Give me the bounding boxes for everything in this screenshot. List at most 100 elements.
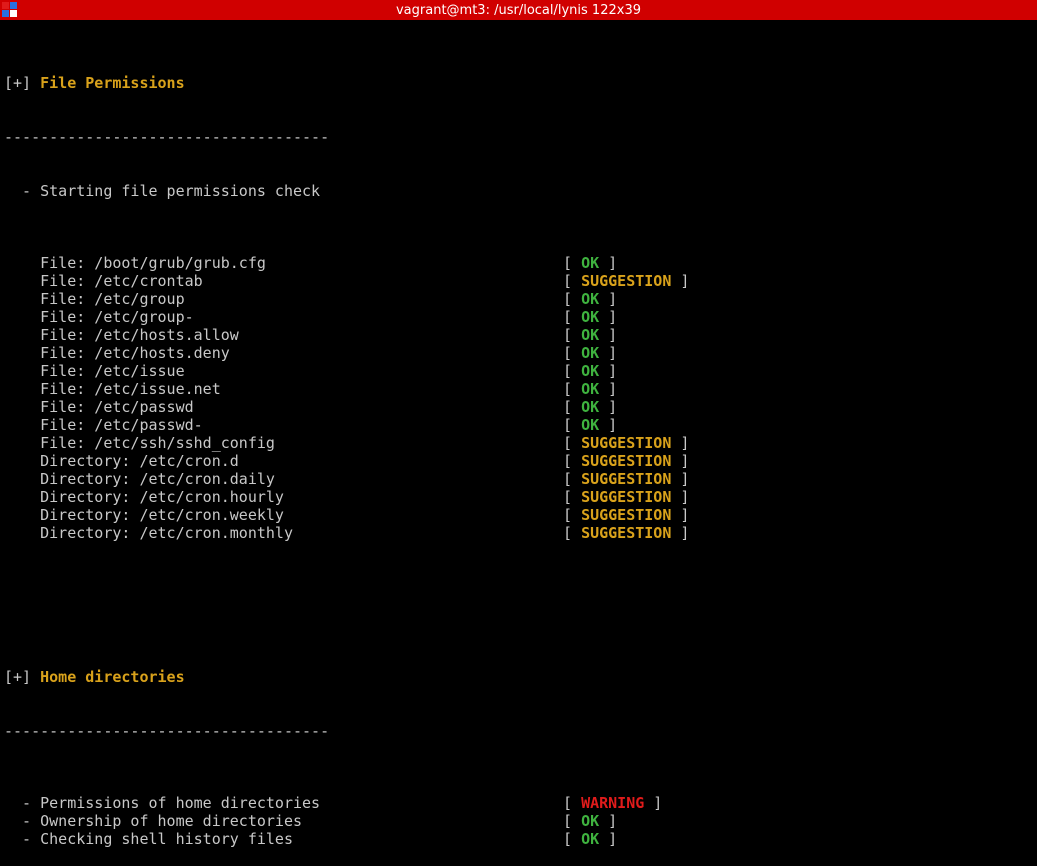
- status-value: SUGGESTION: [581, 470, 672, 488]
- result-label: File: /etc/passwd: [4, 398, 194, 416]
- status-bracket-close: ]: [671, 488, 690, 506]
- result-label: Directory: /etc/cron.monthly: [4, 524, 293, 542]
- file-permission-results: File: /boot/grub/grub.cfg [ OK ] File: /e…: [4, 254, 1037, 542]
- status-bracket-close: ]: [599, 380, 618, 398]
- status-value: WARNING: [581, 794, 645, 812]
- result-line: Directory: /etc/cron.d [ SUGGESTION ]: [4, 452, 1037, 470]
- result-line: Directory: /etc/cron.daily [ SUGGESTION ]: [4, 470, 1037, 488]
- result-line: - Permissions of home directories [ WARNI…: [4, 794, 1037, 812]
- result-line: File: /etc/passwd [ OK ]: [4, 398, 1037, 416]
- status-value: OK: [581, 362, 600, 380]
- result-line: Directory: /etc/cron.weekly [ SUGGESTION …: [4, 506, 1037, 524]
- status-bracket-close: ]: [644, 794, 663, 812]
- result-label: File: /etc/group-: [4, 308, 194, 326]
- result-label: Directory: /etc/cron.daily: [4, 470, 275, 488]
- result-label: File: /etc/hosts.deny: [4, 344, 230, 362]
- section-title: Home directories: [40, 668, 185, 686]
- result-label: File: /etc/ssh/sshd_config: [4, 434, 275, 452]
- status-value: OK: [581, 416, 600, 434]
- status-bracket-close: ]: [599, 812, 618, 830]
- terminal-output[interactable]: [+] File Permissions -------------------…: [4, 20, 1037, 848]
- result-status: [ OK ]: [563, 398, 617, 416]
- result-line: File: /etc/ssh/sshd_config [ SUGGESTION ]: [4, 434, 1037, 452]
- status-bracket-open: [: [563, 380, 582, 398]
- result-label: File: /etc/issue.net: [4, 380, 221, 398]
- result-line: File: /etc/passwd- [ OK ]: [4, 416, 1037, 434]
- result-status: [ OK ]: [563, 830, 617, 848]
- status-bracket-open: [: [563, 506, 582, 524]
- terminal-app-icon: [2, 2, 18, 18]
- status-value: SUGGESTION: [581, 488, 672, 506]
- result-label: File: /etc/group: [4, 290, 185, 308]
- result-line: File: /etc/hosts.allow [ OK ]: [4, 326, 1037, 344]
- result-status: [ SUGGESTION ]: [563, 452, 689, 470]
- status-bracket-open: [: [563, 326, 582, 344]
- result-status: [ OK ]: [563, 308, 617, 326]
- status-bracket-close: ]: [671, 434, 690, 452]
- result-line: File: /etc/group- [ OK ]: [4, 308, 1037, 326]
- status-bracket-open: [: [563, 434, 582, 452]
- status-bracket-close: ]: [599, 398, 618, 416]
- result-label: - Checking shell history files: [4, 830, 293, 848]
- result-status: [ SUGGESTION ]: [563, 506, 689, 524]
- result-line: File: /etc/issue.net [ OK ]: [4, 380, 1037, 398]
- result-status: [ WARNING ]: [563, 794, 662, 812]
- status-bracket-close: ]: [599, 290, 618, 308]
- result-status: [ OK ]: [563, 254, 617, 272]
- window-titlebar[interactable]: vagrant@mt3: /usr/local/lynis 122x39: [0, 0, 1037, 20]
- result-line: - Ownership of home directories [ OK ]: [4, 812, 1037, 830]
- result-status: [ SUGGESTION ]: [563, 524, 689, 542]
- section-header: [+] Home directories: [4, 668, 1037, 686]
- status-bracket-close: ]: [671, 272, 690, 290]
- status-bracket-close: ]: [671, 470, 690, 488]
- status-bracket-close: ]: [599, 344, 618, 362]
- section-separator: ------------------------------------: [4, 722, 330, 740]
- status-bracket-open: [: [563, 794, 582, 812]
- status-value: OK: [581, 308, 600, 326]
- status-bracket-close: ]: [671, 452, 690, 470]
- status-bracket-open: [: [563, 470, 582, 488]
- section-marker: [+]: [4, 668, 32, 686]
- status-value: SUGGESTION: [581, 434, 672, 452]
- result-status: [ SUGGESTION ]: [563, 434, 689, 452]
- section-intro: - Starting file permissions check: [4, 182, 321, 200]
- status-value: OK: [581, 812, 600, 830]
- result-label: - Permissions of home directories: [4, 794, 321, 812]
- status-value: SUGGESTION: [581, 524, 672, 542]
- status-value: OK: [581, 398, 600, 416]
- status-bracket-open: [: [563, 398, 582, 416]
- status-bracket-open: [: [563, 272, 582, 290]
- result-status: [ SUGGESTION ]: [563, 488, 689, 506]
- result-label: File: /etc/passwd-: [4, 416, 203, 434]
- result-status: [ SUGGESTION ]: [563, 470, 689, 488]
- status-bracket-open: [: [563, 290, 582, 308]
- result-label: Directory: /etc/cron.weekly: [4, 506, 284, 524]
- status-value: OK: [581, 254, 600, 272]
- result-label: File: /etc/crontab: [4, 272, 203, 290]
- status-bracket-close: ]: [599, 326, 618, 344]
- result-status: [ OK ]: [563, 290, 617, 308]
- result-line: File: /etc/group [ OK ]: [4, 290, 1037, 308]
- result-label: File: /boot/grub/grub.cfg: [4, 254, 266, 272]
- status-bracket-open: [: [563, 812, 582, 830]
- result-label: Directory: /etc/cron.hourly: [4, 488, 284, 506]
- result-status: [ SUGGESTION ]: [563, 272, 689, 290]
- status-bracket-close: ]: [599, 254, 618, 272]
- status-value: OK: [581, 326, 600, 344]
- status-bracket-open: [: [563, 362, 582, 380]
- status-bracket-open: [: [563, 344, 582, 362]
- result-status: [ OK ]: [563, 362, 617, 380]
- section-header: [+] File Permissions: [4, 74, 1037, 92]
- status-value: SUGGESTION: [581, 506, 672, 524]
- result-line: File: /boot/grub/grub.cfg [ OK ]: [4, 254, 1037, 272]
- status-value: SUGGESTION: [581, 272, 672, 290]
- status-bracket-open: [: [563, 488, 582, 506]
- result-label: File: /etc/hosts.allow: [4, 326, 239, 344]
- result-label: File: /etc/issue: [4, 362, 185, 380]
- result-line: File: /etc/crontab [ SUGGESTION ]: [4, 272, 1037, 290]
- result-status: [ OK ]: [563, 812, 617, 830]
- result-label: Directory: /etc/cron.d: [4, 452, 239, 470]
- section-separator: ------------------------------------: [4, 128, 330, 146]
- result-status: [ OK ]: [563, 416, 617, 434]
